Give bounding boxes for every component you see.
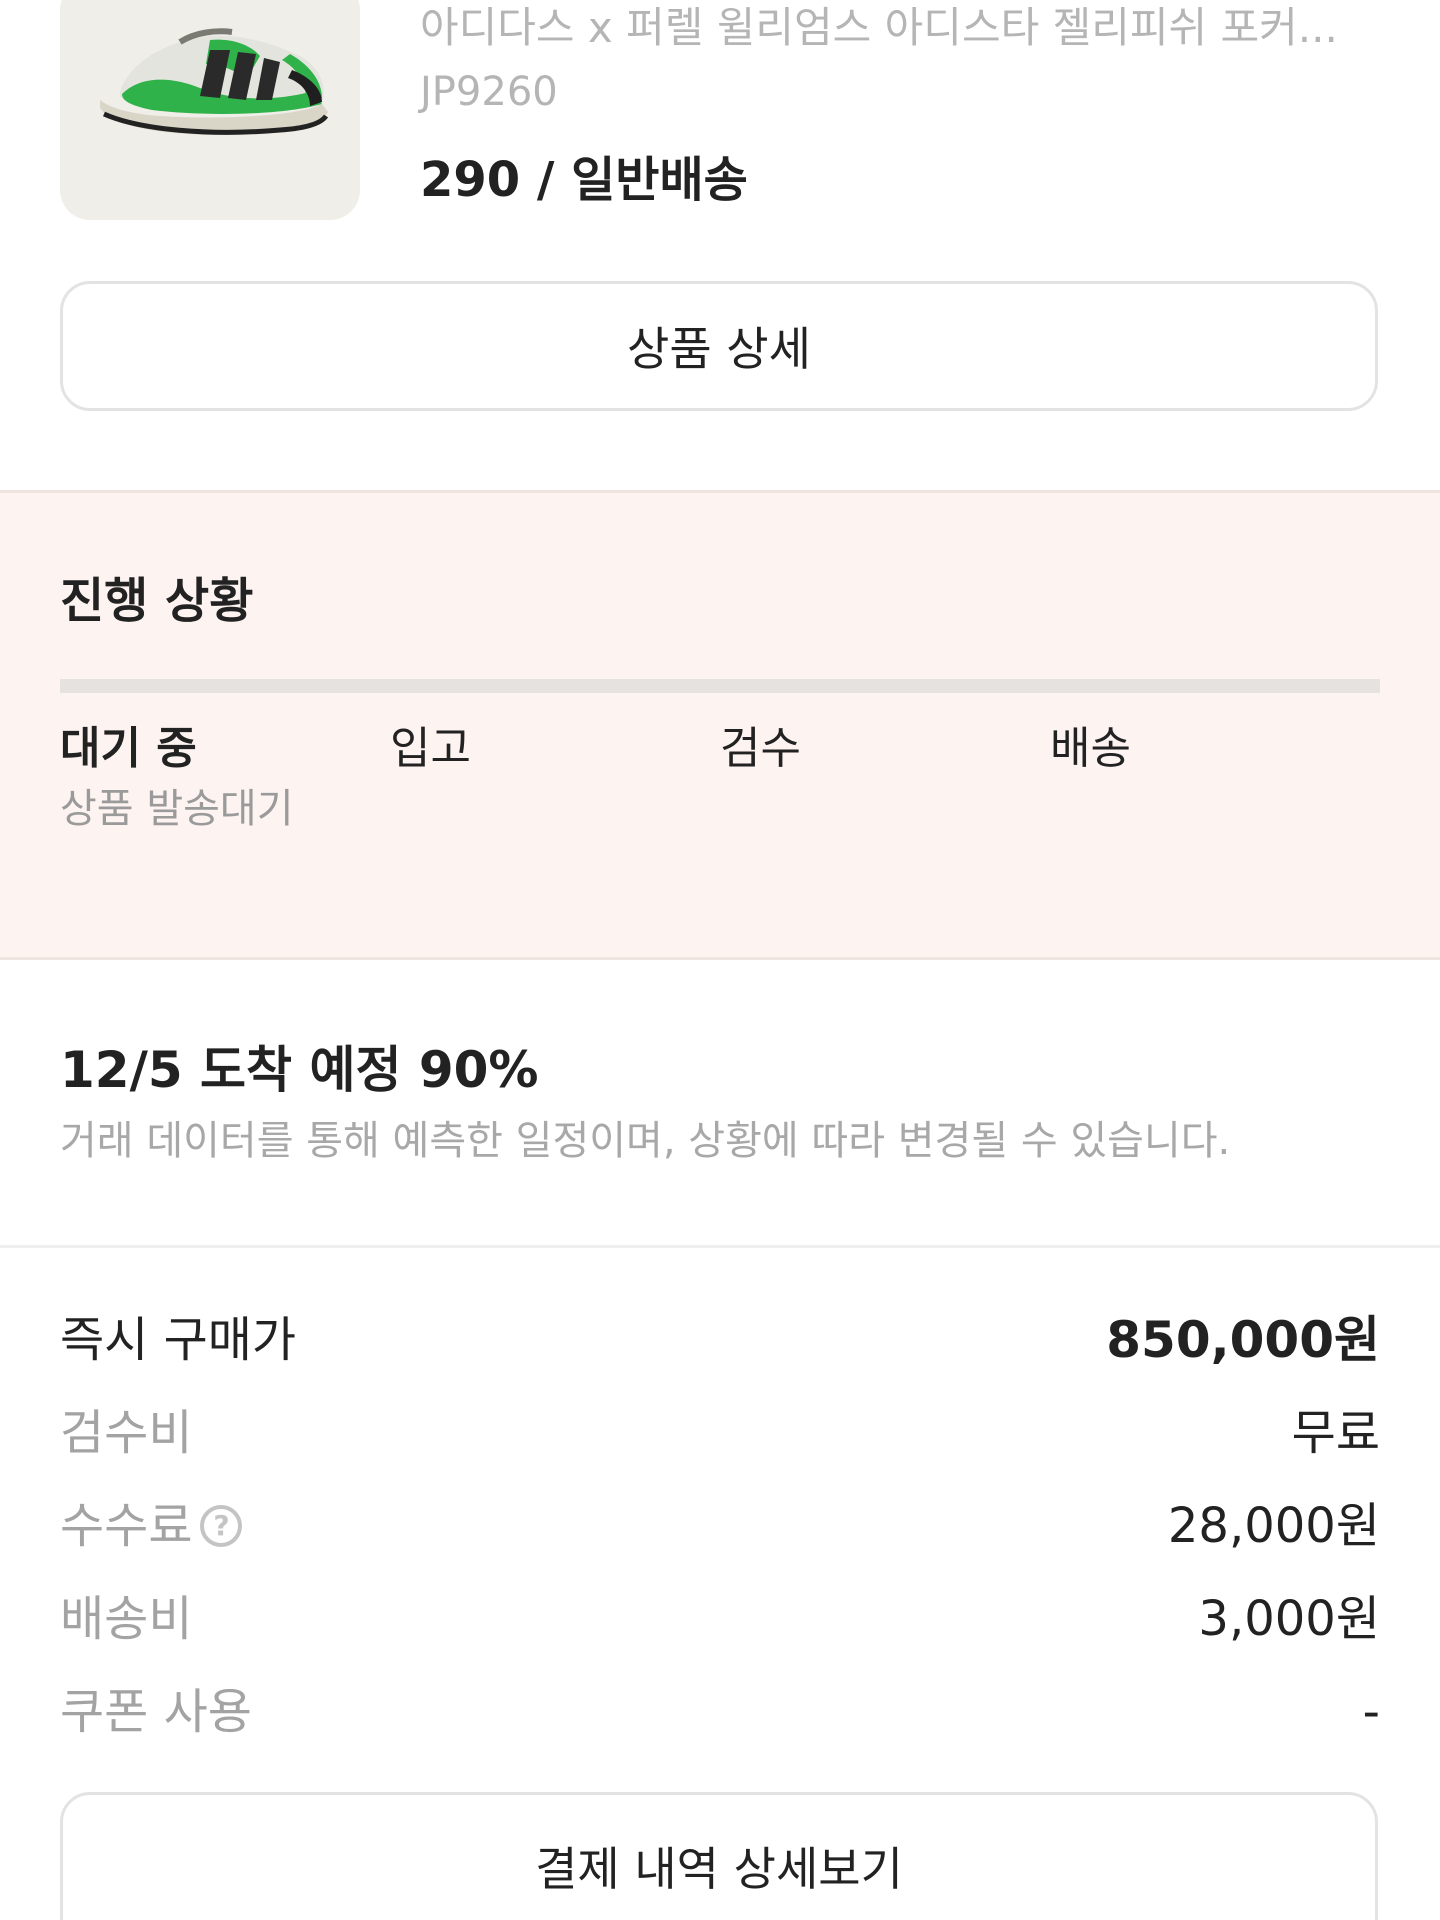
progress-step-shipping: 배송 xyxy=(1050,723,1131,774)
arrival-note: 거래 데이터를 통해 예측한 일정이며, 상황에 따라 변경될 수 있습니다. xyxy=(60,1118,1231,1164)
price-label: 쿠폰 사용 xyxy=(60,1684,252,1740)
question-circle-icon[interactable]: ? xyxy=(200,1505,243,1547)
product-detail-button[interactable]: 상품 상세 xyxy=(60,281,1378,411)
price-label: 배송비 xyxy=(60,1591,193,1647)
price-row-buy-now: 즉시 구매가 850,000원 xyxy=(60,1305,1380,1375)
price-label: 즉시 구매가 xyxy=(60,1312,297,1368)
purchase-detail-page: 아디다스 x 퍼렐 윌리엄스 아디스타 젤리피쉬 포커... JP9260 29… xyxy=(0,0,1440,1920)
progress-step-received: 입고 xyxy=(390,723,471,774)
price-label: 검수비 xyxy=(60,1405,193,1461)
price-label: 수수료 xyxy=(60,1498,193,1554)
product-code: JP9260 xyxy=(420,69,558,115)
price-row-coupon: 쿠폰 사용 - xyxy=(60,1677,1380,1747)
price-value: 28,000원 xyxy=(1167,1498,1380,1554)
product-name: 아디다스 x 퍼렐 윌리엄스 아디스타 젤리피쉬 포커... xyxy=(420,3,1338,52)
progress-section: 진행 상황 대기 중 입고 검수 배송 상품 발송대기 xyxy=(0,490,1440,960)
price-value: 3,000원 xyxy=(1198,1591,1380,1647)
price-row-shipping-fee: 배송비 3,000원 xyxy=(60,1584,1380,1654)
price-value: 850,000원 xyxy=(1106,1311,1380,1369)
progress-step-waiting: 대기 중 xyxy=(60,723,197,774)
progress-step-inspection: 검수 xyxy=(720,723,801,774)
progress-step-status: 상품 발송대기 xyxy=(60,786,294,832)
price-value: - xyxy=(1362,1684,1380,1740)
price-row-commission: 수수료 ? 28,000원 xyxy=(60,1491,1380,1561)
product-summary[interactable]: 아디다스 x 퍼렐 윌리엄스 아디스타 젤리피쉬 포커... JP9260 29… xyxy=(0,0,1440,240)
payment-detail-button[interactable]: 결제 내역 상세보기 xyxy=(60,1792,1378,1920)
product-option: 290 / 일반배송 xyxy=(420,152,748,208)
progress-title: 진행 상황 xyxy=(60,573,254,629)
progress-bar xyxy=(60,679,1380,693)
divider xyxy=(0,1245,1440,1248)
price-row-inspection-fee: 검수비 무료 xyxy=(60,1398,1380,1468)
price-value: 무료 xyxy=(1291,1405,1380,1461)
sneaker-image-icon xyxy=(100,28,329,135)
price-label-wrap: 수수료 ? xyxy=(60,1491,243,1561)
product-thumbnail[interactable] xyxy=(60,0,360,220)
arrival-estimate: 12/5 도착 예정 90% xyxy=(60,1041,539,1099)
